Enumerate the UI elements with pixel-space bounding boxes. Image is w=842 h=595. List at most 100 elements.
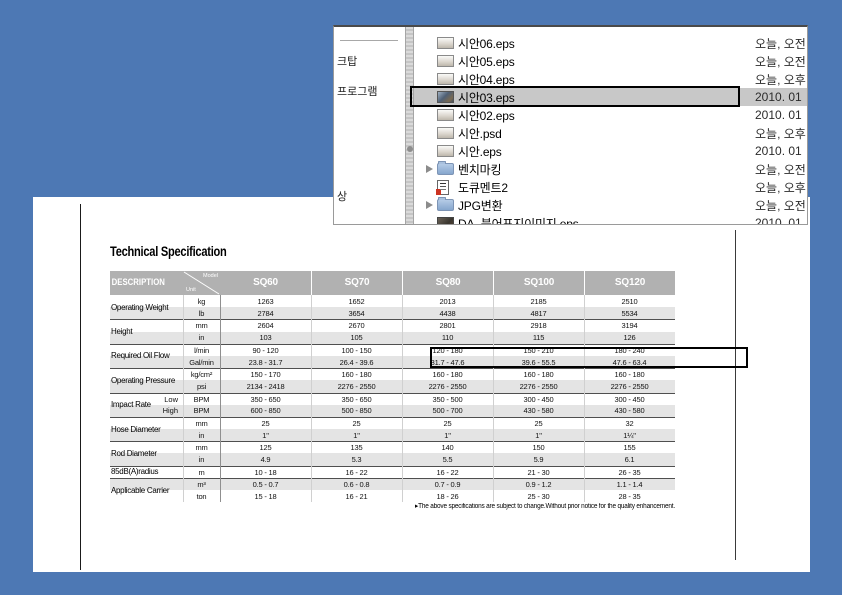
value-cell: 23.8 - 31.7 [220,358,311,367]
value-cell: 2801 [402,321,493,330]
desktop: { "colors": { "desktop_blue": "#4d78b4",… [0,0,842,595]
model-column-header-sq70: SQ70 [311,271,402,295]
value-cell: 150 - 170 [220,370,311,379]
file-name: 시안.psd [458,125,502,142]
value-cell: 16 - 22 [311,468,402,477]
file-date: 오늘, 오후 [755,179,806,196]
file-row[interactable]: 벤치마킹 오늘, 오전 [414,160,807,178]
file-name: DA_북어표지이미지.eps [458,215,579,225]
diagonal-unit-label: Unit [186,287,196,293]
sidebar-divider [340,40,398,41]
value-cell: 0.9 - 1.2 [493,480,584,489]
diagonal-model-label: Model [203,273,218,279]
file-icon-box [437,109,458,121]
value-cell: 0.5 - 0.7 [220,480,311,489]
value-cell: 25 [402,419,493,428]
unit-cell: BPM [183,406,220,415]
spec-title: Technical Specification [110,244,227,259]
eps-file-icon [437,73,454,85]
value-cell: 25 - 30 [493,492,584,501]
file-date: 오늘, 오후 [755,71,806,88]
value-cell: 1¼" [584,431,675,440]
eps-file-icon [437,145,454,157]
value-cell: 105 [311,333,402,342]
folder-icon [437,163,454,175]
value-cell: 10 - 18 [220,468,311,477]
file-icon-box [437,127,458,139]
sidebar-item-misc[interactable]: 상 [337,188,347,204]
value-cell: 2276 - 2550 [402,382,493,391]
file-date: 2010. 01 [755,216,802,224]
file-row[interactable]: 도큐멘트2오늘, 오후 [414,178,807,196]
value-cell: 32 [584,419,675,428]
sidebar-item-programs[interactable]: 프로그램 [337,83,377,99]
file-name: 벤치마킹 [458,161,501,178]
file-name: JPG변환 [458,197,502,214]
file-date: 오늘, 오전 [755,53,806,70]
value-cell: 160 - 180 [584,370,675,379]
model-column-header-sq60: SQ60 [220,271,311,295]
file-browser-window: 크탑 프로그램 상 시안06.eps오늘, 오전시안05.eps오늘, 오전시안… [333,25,808,225]
file-row[interactable]: 시안.eps2010. 01 [414,142,807,160]
value-cell: 2276 - 2550 [311,382,402,391]
value-cell: 2510 [584,297,675,306]
scrollbar-thumb[interactable] [407,146,413,152]
file-date: 오늘, 오전 [755,161,806,178]
value-cell: 350 - 650 [220,395,311,404]
value-cell: 500 - 850 [311,406,402,415]
file-row[interactable]: 시안05.eps오늘, 오전 [414,52,807,70]
value-cell: 4.9 [220,455,311,464]
unit-cell: mm [183,321,220,330]
value-cell: 6.1 [584,455,675,464]
value-cell: 5.3 [311,455,402,464]
unit-cell: BPM [183,395,220,404]
unit-cell: l/min [183,346,220,355]
file-icon-box [437,217,458,224]
value-cell: 26 - 35 [584,468,675,477]
spec-row: mm125135140150155 [110,441,675,453]
value-cell: 155 [584,443,675,452]
value-cell: 430 - 580 [493,406,584,415]
file-icon-box [437,163,458,175]
file-row[interactable]: JPG변환오늘, 오전 [414,196,807,214]
file-row[interactable]: 시안06.eps오늘, 오전 [414,34,807,52]
file-row[interactable]: 시안02.eps2010. 01 [414,106,807,124]
scrollbar[interactable] [405,27,414,224]
spec-table-body: kg12631652201321852510lb2784365444384817… [110,295,675,502]
disclosure-triangle-icon [422,201,437,209]
spec-row: lb27843654443848175534 [110,307,675,319]
value-cell: 160 - 180 [402,370,493,379]
value-cell: 1" [220,431,311,440]
spec-row: kg12631652201321852510 [110,295,675,307]
spec-row: in4.95.35.55.96.1 [110,453,675,465]
document-page: Technical Specification DESCRIPTION Mode… [33,197,810,572]
spec-group-label: Hose Diameter [110,417,183,441]
value-cell: 25 [493,419,584,428]
spec-group-label: Required Oil Flow [110,344,183,368]
eps-file-icon [437,37,454,49]
value-cell: 90 - 120 [220,346,311,355]
unit-cell: m³ [183,480,220,489]
spec-group-label: Operating Weight [110,295,183,319]
file-date: 2010. 01 [755,144,802,158]
file-date: 오늘, 오후 [755,125,806,142]
value-cell: 2784 [220,309,311,318]
spec-row: HighBPM600 - 850500 - 850500 - 700430 - … [110,405,675,417]
value-cell: 21 - 30 [493,468,584,477]
sidebar-item-desktop[interactable]: 크탑 [337,53,357,69]
spec-group-label: Height [110,319,183,343]
unit-cell: kg [183,297,220,306]
value-cell: 25 [311,419,402,428]
spec-table: DESCRIPTION Model Unit SQ60SQ70SQ80SQ100… [110,271,675,502]
value-cell: 2604 [220,321,311,330]
value-cell: 115 [493,333,584,342]
finder-sidebar: 크탑 프로그램 상 [334,27,405,224]
file-row[interactable]: DA_북어표지이미지.eps 2010. 01 [414,214,807,224]
value-cell: 5534 [584,309,675,318]
folder-icon [437,199,454,211]
spec-footnote: ▸The above specifications are subject to… [155,502,675,510]
spec-group-label: 85dB(A)radius [110,466,183,478]
unit-cell: mm [183,443,220,452]
unit-cell: ton [183,492,220,501]
file-row[interactable]: 시안.psd 오늘, 오후 [414,124,807,142]
